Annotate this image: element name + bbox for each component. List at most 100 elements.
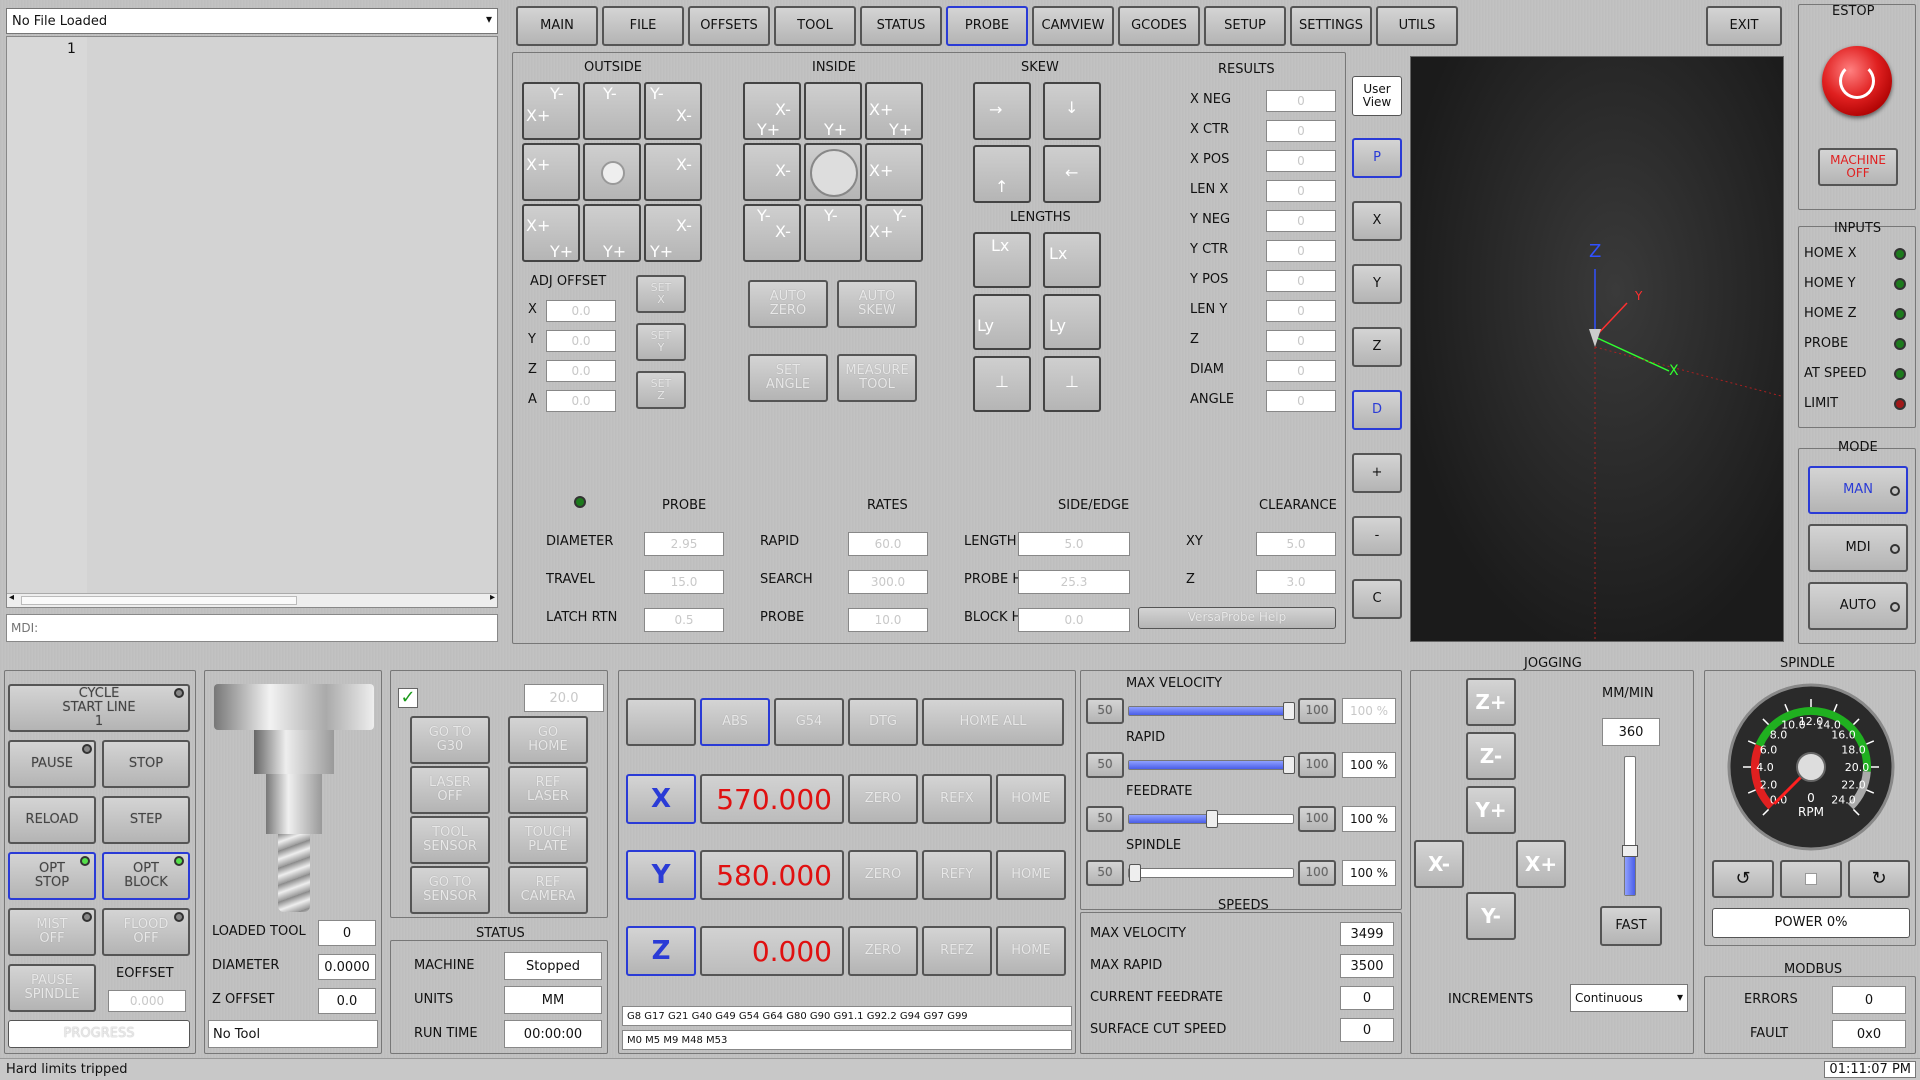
probe-setting-field[interactable]: 60.0: [848, 532, 928, 556]
horizontal-scrollbar[interactable]: ◂ ▸: [7, 592, 497, 607]
override-slider[interactable]: [1128, 810, 1294, 828]
probe-setting-field[interactable]: 15.0: [644, 570, 724, 594]
view-y-button[interactable]: Y: [1352, 264, 1402, 304]
override-knob[interactable]: [1283, 756, 1295, 774]
scroll-left-icon[interactable]: ◂: [9, 592, 14, 603]
override-knob[interactable]: [1129, 864, 1141, 882]
length-y-out-button[interactable]: Ly: [973, 294, 1031, 350]
scroll-right-icon[interactable]: ▸: [490, 592, 495, 603]
probe-inside-br-button[interactable]: Y- X+: [865, 204, 923, 262]
jog-y-minus-button[interactable]: Y-: [1466, 892, 1516, 940]
jog-rate-knob[interactable]: [1622, 844, 1638, 857]
home-z-button[interactable]: HOME: [996, 926, 1066, 976]
probe-inside-tl-button[interactable]: X- Y+: [743, 82, 801, 140]
length-x-in-button[interactable]: Lx: [1043, 232, 1101, 288]
probe-inside-center-button[interactable]: [804, 143, 862, 201]
cycle-start-button[interactable]: CYCLE START LINE 1: [8, 684, 190, 732]
spindle-forward-button[interactable]: ↻: [1848, 860, 1910, 898]
view-p-button[interactable]: P: [1352, 138, 1402, 178]
probe-outside-tl-button[interactable]: Y- X+: [522, 82, 580, 140]
probe-outside-l-button[interactable]: X+: [522, 143, 580, 201]
abs-button[interactable]: ABS: [700, 698, 770, 746]
jog-z-minus-button[interactable]: Z-: [1466, 732, 1516, 780]
dro-blank-button[interactable]: [626, 698, 696, 746]
override-knob[interactable]: [1283, 702, 1295, 720]
adj-field[interactable]: 0.0: [546, 390, 616, 412]
adj-field[interactable]: 0.0: [546, 300, 616, 322]
adj-field[interactable]: 0.0: [546, 360, 616, 382]
override-max-button[interactable]: 100: [1298, 698, 1336, 724]
view-x-button[interactable]: X: [1352, 201, 1402, 241]
mdi-input[interactable]: [6, 614, 498, 642]
fast-button[interactable]: FAST: [1600, 906, 1662, 946]
probe-setting-field[interactable]: 0.5: [644, 608, 724, 632]
laser-off-button[interactable]: LASER OFF: [410, 766, 490, 814]
set-angle-button[interactable]: SET ANGLE: [748, 354, 828, 402]
reload-button[interactable]: RELOAD: [8, 796, 96, 844]
override-max-button[interactable]: 100: [1298, 860, 1336, 886]
probe-setting-field[interactable]: 3.0: [1256, 570, 1336, 594]
jog-x-minus-button[interactable]: X-: [1414, 840, 1464, 888]
probe-outside-bl-button[interactable]: X+ Y+: [522, 204, 580, 262]
probe-setting-field[interactable]: 5.0: [1256, 532, 1336, 556]
zero-y-button[interactable]: ZERO: [848, 850, 918, 900]
override-max-button[interactable]: 100: [1298, 752, 1336, 778]
probe-setting-field[interactable]: 2.95: [644, 532, 724, 556]
tab-probe[interactable]: PROBE: [946, 6, 1028, 46]
goto-sensor-button[interactable]: GO TO SENSOR: [410, 866, 490, 914]
tab-main[interactable]: MAIN: [516, 6, 598, 46]
override-slider[interactable]: [1128, 756, 1295, 774]
ref-camera-button[interactable]: REF CAMERA: [508, 866, 588, 914]
jog-z-plus-button[interactable]: Z+: [1466, 678, 1516, 726]
zero-z-button[interactable]: ZERO: [848, 926, 918, 976]
probe-inside-l-button[interactable]: X-: [743, 143, 801, 201]
skew-button-4[interactable]: ←: [1043, 145, 1101, 203]
touch-plate-button[interactable]: TOUCH PLATE: [508, 816, 588, 864]
view-z-button[interactable]: Z: [1352, 327, 1402, 367]
probe-inside-r-button[interactable]: X+: [865, 143, 923, 201]
estop-button[interactable]: [1822, 46, 1892, 116]
home-all-button[interactable]: HOME ALL: [922, 698, 1064, 746]
auto-zero-button[interactable]: AUTO ZERO: [748, 280, 828, 328]
view-d-button[interactable]: D: [1352, 390, 1402, 430]
tab-camview[interactable]: CAMVIEW: [1032, 6, 1114, 46]
probe-inside-tr-button[interactable]: X+ Y+: [865, 82, 923, 140]
machine-off-button[interactable]: MACHINE OFF: [1818, 148, 1898, 186]
home-y-button[interactable]: HOME: [996, 850, 1066, 900]
probe-outside-b-button[interactable]: Y+: [583, 204, 641, 262]
tab-utils[interactable]: UTILS: [1376, 6, 1458, 46]
jog-x-plus-button[interactable]: X+: [1516, 840, 1566, 888]
tab-offsets[interactable]: OFFSETS: [688, 6, 770, 46]
probe-setting-field[interactable]: 10.0: [848, 608, 928, 632]
view-zoom-out-button[interactable]: -: [1352, 516, 1402, 556]
override-min-button[interactable]: 50: [1086, 806, 1124, 832]
override-knob[interactable]: [1206, 810, 1218, 828]
home-x-button[interactable]: HOME: [996, 774, 1066, 824]
go-home-button[interactable]: GO HOME: [508, 716, 588, 764]
exit-button[interactable]: EXIT: [1706, 6, 1782, 46]
length-y-in-button[interactable]: Ly: [1043, 294, 1101, 350]
ref-z-button[interactable]: REFZ: [922, 926, 992, 976]
probe-setting-field[interactable]: 300.0: [848, 570, 928, 594]
view-zoom-in-button[interactable]: +: [1352, 453, 1402, 493]
override-slider[interactable]: [1128, 702, 1295, 720]
axis-z-button[interactable]: Z: [626, 926, 696, 976]
skew-button-1[interactable]: →: [973, 82, 1031, 140]
axis-y-button[interactable]: Y: [626, 850, 696, 900]
probe-inside-bl-button[interactable]: Y- X-: [743, 204, 801, 262]
step-button[interactable]: STEP: [102, 796, 190, 844]
tab-settings[interactable]: SETTINGS: [1290, 6, 1372, 46]
override-slider[interactable]: [1128, 864, 1294, 882]
action-value-field[interactable]: 20.0: [524, 684, 604, 712]
override-min-button[interactable]: 50: [1086, 860, 1124, 886]
probe-outside-r-button[interactable]: X-: [644, 143, 702, 201]
adj-field[interactable]: 0.0: [546, 330, 616, 352]
set-x-button[interactable]: SET X: [636, 275, 686, 313]
spindle-reverse-button[interactable]: ↺: [1712, 860, 1774, 898]
jog-rate-field[interactable]: 360: [1602, 718, 1660, 746]
override-max-button[interactable]: 100: [1298, 806, 1336, 832]
probe-outside-center-button[interactable]: [583, 143, 641, 201]
tool-sensor-button[interactable]: TOOL SENSOR: [410, 816, 490, 864]
user-view-button[interactable]: User View: [1352, 76, 1402, 116]
versaprobe-help-button[interactable]: VersaProbe Help: [1138, 607, 1336, 629]
